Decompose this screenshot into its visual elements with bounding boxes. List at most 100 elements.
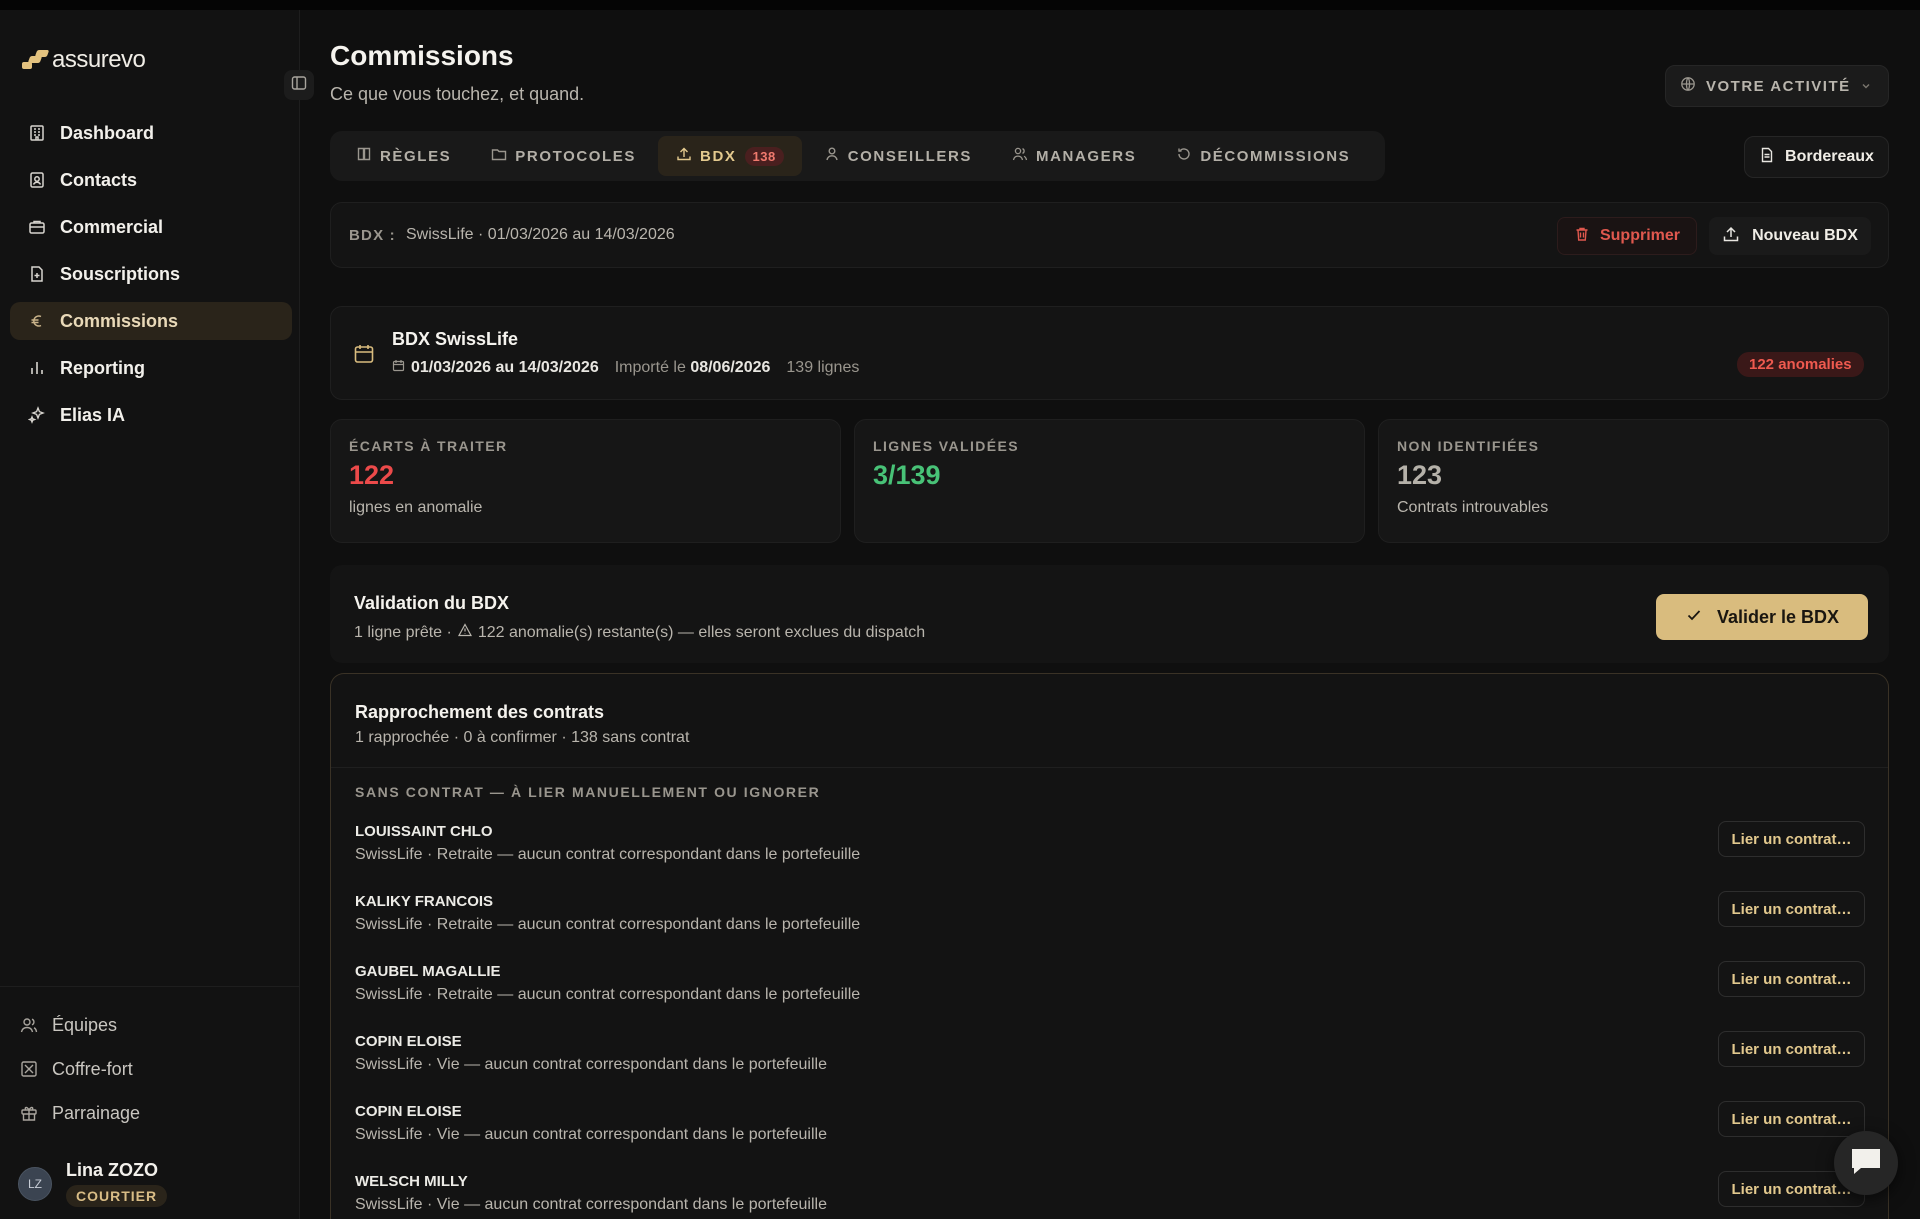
sidebar-item-contacts[interactable]: Contacts (10, 161, 292, 199)
imported-date: 08/06/2026 (690, 359, 771, 376)
unmatched-list: LOUISSAINT CHLO SwissLife · Retraite — a… (355, 813, 1865, 1219)
euro-icon (28, 312, 46, 330)
sidebar-item-label: Reporting (60, 357, 145, 378)
list-item: KALIKY FRANCOIS SwissLife · Retraite — a… (355, 883, 1865, 953)
anomalies-badge: 122 anomalies (1737, 352, 1864, 377)
bordereaux-button[interactable]: Bordereaux (1744, 136, 1889, 178)
bdx-selector-bar: BDX : SwissLife · 01/03/2026 au 14/03/20… (330, 202, 1889, 268)
window-top-bar (0, 0, 1920, 10)
tab-regles[interactable]: RÈGLES (338, 136, 469, 176)
client-desc: SwissLife · Retraite — aucun contrat cor… (355, 846, 861, 863)
tab-protocoles[interactable]: PROTOCOLES (473, 136, 654, 176)
sidebar-item-dashboard[interactable]: Dashboard (10, 114, 292, 152)
bdx-card-title: BDX SwissLife (392, 329, 519, 349)
vault-icon (20, 1060, 38, 1078)
app-name: assurevo (52, 46, 146, 73)
activity-label: VOTRE ACTIVITÉ (1706, 77, 1851, 95)
users-icon (20, 1016, 38, 1034)
delete-button[interactable]: Supprimer (1557, 217, 1697, 255)
tab-label: DÉCOMMISSIONS (1200, 147, 1351, 165)
client-desc: SwissLife · Vie — aucun contrat correspo… (355, 1126, 827, 1143)
activity-dropdown[interactable]: VOTRE ACTIVITÉ (1665, 65, 1889, 107)
sidebar-item-coffre-fort[interactable]: Coffre-fort (0, 1047, 300, 1091)
tab-decommissions[interactable]: DÉCOMMISSIONS (1158, 136, 1368, 176)
globe-icon (1680, 76, 1696, 96)
tab-managers[interactable]: MANAGERS (994, 136, 1154, 176)
link-contract-button[interactable]: Lier un contrat… (1718, 1031, 1865, 1067)
tabs: RÈGLES PROTOCOLES BDX 138 CONSEILLERS MA… (330, 131, 1385, 181)
sidebar-item-equipes[interactable]: Équipes (0, 1003, 300, 1047)
gift-icon (20, 1104, 38, 1122)
stat-card-lignes-validees: LIGNES VALIDÉES 3/139 (854, 419, 1365, 543)
folder-icon (491, 146, 507, 166)
validation-title: Validation du BDX (354, 593, 510, 613)
link-contract-button[interactable]: Lier un contrat… (1718, 961, 1865, 997)
user-profile[interactable]: LZ Lina ZOZO COURTIER (18, 1160, 168, 1207)
sidebar-item-souscriptions[interactable]: Souscriptions (10, 255, 292, 293)
sidebar-item-commercial[interactable]: Commercial (10, 208, 292, 246)
page-subtitle: Ce que vous touchez, et quand. (330, 84, 585, 104)
client-name: WELSCH MILLY (355, 1173, 468, 1190)
stats-row: ÉCARTS À TRAITER 122 lignes en anomalie … (330, 419, 1889, 543)
page-title: Commissions (330, 40, 514, 71)
building-icon (28, 124, 46, 142)
link-contract-button[interactable]: Lier un contrat… (1718, 1101, 1865, 1137)
tab-bdx[interactable]: BDX 138 (658, 136, 802, 176)
new-bdx-button[interactable]: Nouveau BDX (1709, 217, 1871, 255)
bdx-selector-value[interactable]: SwissLife · 01/03/2026 au 14/03/2026 (406, 226, 675, 244)
rapprochement-subtitle: 1 rapprochée · 0 à confirmer · 138 sans … (355, 729, 690, 746)
client-desc: SwissLife · Vie — aucun contrat correspo… (355, 1196, 827, 1213)
sidebar-item-label: Elias IA (60, 404, 126, 425)
stat-label: LIGNES VALIDÉES (873, 438, 1019, 454)
document-plus-icon (28, 265, 46, 283)
validation-panel: Validation du BDX 1 ligne prête · 122 an… (330, 565, 1889, 663)
sidebar-item-parrainage[interactable]: Parrainage (0, 1091, 300, 1135)
client-name: COPIN ELOISE (355, 1033, 462, 1050)
client-desc: SwissLife · Vie — aucun contrat correspo… (355, 1056, 827, 1073)
tab-label: MANAGERS (1036, 147, 1137, 165)
stat-label: NON IDENTIFIÉES (1397, 438, 1540, 454)
sidebar-bottom-nav: Équipes Coffre-fort Parrainage (0, 986, 300, 1135)
bdx-card-meta: 01/03/2026 au 14/03/2026 Importé le 08/0… (392, 359, 859, 377)
link-contract-button[interactable]: Lier un contrat… (1718, 891, 1865, 927)
list-item: COPIN ELOISE SwissLife · Vie — aucun con… (355, 1023, 1865, 1093)
validation-desc: 1 ligne prête · 122 anomalie(s) restante… (354, 623, 925, 642)
bdx-period: 01/03/2026 au 14/03/2026 (411, 359, 599, 376)
sidebar-item-label: Commissions (60, 310, 179, 331)
stat-desc: lignes en anomalie (349, 499, 483, 516)
user-icon (824, 146, 840, 166)
new-bdx-label: Nouveau BDX (1752, 227, 1858, 244)
sidebar-item-reporting[interactable]: Reporting (10, 349, 292, 387)
upload-icon (1722, 225, 1740, 248)
chat-bubble-icon (1849, 1146, 1883, 1181)
client-name: KALIKY FRANCOIS (355, 893, 494, 910)
imported-prefix: Importé le (614, 359, 686, 376)
book-icon (356, 146, 372, 166)
sidebar-toggle-button[interactable] (284, 70, 314, 100)
validate-bdx-label: Valider le BDX (1716, 606, 1840, 627)
divider (331, 767, 1888, 768)
tab-label: PROTOCOLES (515, 147, 637, 165)
sidebar-item-commissions[interactable]: Commissions (10, 302, 292, 340)
delete-label: Supprimer (1599, 227, 1680, 244)
logo-mark-icon (22, 50, 50, 70)
sidebar-item-elias-ia[interactable]: Elias IA (10, 396, 292, 434)
app-logo[interactable]: assurevo (22, 46, 146, 74)
list-item: WELSCH MILLY SwissLife · Vie — aucun con… (355, 1163, 1865, 1219)
sidebar: assurevo Dashboard Contacts Commercial S… (0, 10, 300, 1219)
tab-conseillers[interactable]: CONSEILLERS (806, 136, 990, 176)
link-contract-button[interactable]: Lier un contrat… (1718, 821, 1865, 857)
tab-label: CONSEILLERS (847, 147, 972, 165)
user-name: Lina ZOZO (66, 1160, 158, 1180)
sidebar-nav: Dashboard Contacts Commercial Souscripti… (10, 114, 292, 443)
briefcase-icon (28, 218, 46, 236)
rapprochement-title: Rapprochement des contrats (355, 702, 605, 722)
chat-button[interactable] (1834, 1131, 1898, 1195)
client-name: GAUBEL MAGALLIE (355, 963, 501, 980)
stat-value: 3/139 (873, 460, 941, 490)
stat-value: 123 (1397, 460, 1443, 490)
sidebar-item-label: Parrainage (52, 1102, 141, 1123)
validate-bdx-button[interactable]: Valider le BDX (1656, 594, 1868, 640)
contact-card-icon (28, 171, 46, 189)
stat-card-non-identifiees: NON IDENTIFIÉES 123 Contrats introuvable… (1378, 419, 1889, 543)
